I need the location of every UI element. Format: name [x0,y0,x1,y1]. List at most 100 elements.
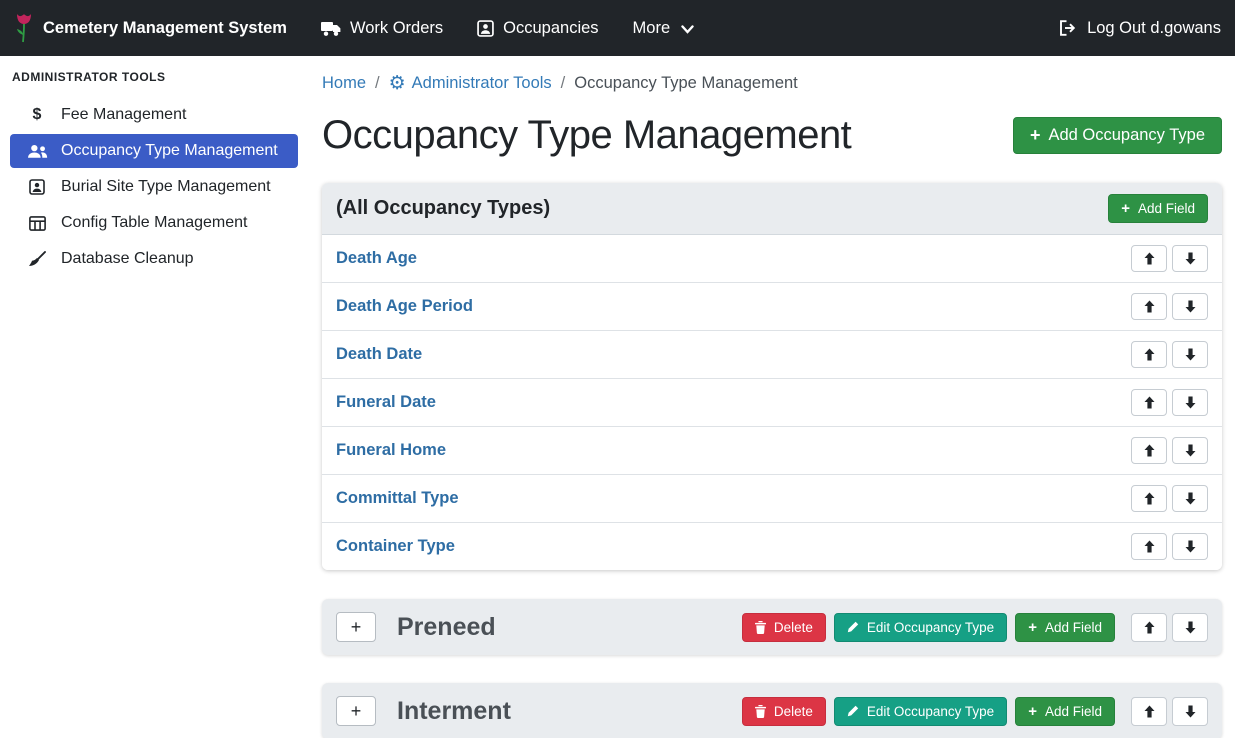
reorder-controls [1131,293,1208,320]
field-link[interactable]: Committal Type [336,489,459,508]
move-down-button[interactable] [1172,341,1208,368]
add-field-button[interactable]: + Add Field [1108,194,1208,223]
sidebar-header: ADMINISTRATOR TOOLS [0,64,308,96]
users-icon [26,144,48,159]
portrait-icon [26,179,48,195]
field-row: Committal Type [322,474,1222,522]
move-down-button[interactable] [1172,389,1208,416]
top-navbar: Cemetery Management System Work Orders O… [0,0,1235,56]
add-field-button-label: Add Field [1045,704,1102,719]
breadcrumb-home-link[interactable]: Home [322,74,366,93]
tulip-logo-icon [14,13,34,43]
move-up-button[interactable] [1131,437,1167,464]
field-link[interactable]: Death Age [336,249,417,268]
delete-button[interactable]: Delete [742,613,826,642]
app-title: Cemetery Management System [43,19,287,38]
add-occupancy-type-button[interactable]: + Add Occupancy Type [1013,117,1222,154]
plus-icon: + [351,701,362,722]
trash-icon [755,621,766,634]
sidebar-item-database-cleanup[interactable]: Database Cleanup [10,242,298,276]
arrow-up-icon [1144,444,1155,457]
move-up-button[interactable] [1131,485,1167,512]
sidebar-item-occupancy-type-management[interactable]: Occupancy Type Management [10,134,298,168]
move-up-button[interactable] [1131,245,1167,272]
reorder-controls [1131,697,1208,726]
logout-button[interactable]: Log Out d.gowans [1059,19,1221,38]
section-title: Preneed [397,613,496,642]
card-title: (All Occupancy Types) [336,197,550,220]
field-row: Death Date [322,330,1222,378]
move-down-button[interactable] [1172,697,1208,726]
arrow-down-icon [1185,621,1196,634]
sidebar-item-burial-site-type-management[interactable]: Burial Site Type Management [10,170,298,204]
portrait-icon [477,20,494,37]
move-down-button[interactable] [1172,437,1208,464]
pencil-icon [847,621,859,633]
all-occupancy-types-card: (All Occupancy Types) + Add Field Death … [322,183,1222,570]
nav-more[interactable]: More [633,19,695,38]
arrow-up-icon [1144,252,1155,265]
edit-button-label: Edit Occupancy Type [867,620,994,635]
page-title: Occupancy Type Management [322,109,851,161]
gear-icon: ⚙ [389,74,406,93]
sections: + Preneed Delete [322,599,1222,738]
plus-icon: + [351,617,362,638]
nav-occupancies[interactable]: Occupancies [477,19,598,38]
edit-occupancy-type-button[interactable]: Edit Occupancy Type [834,697,1007,726]
add-field-button[interactable]: + Add Field [1015,613,1115,642]
move-up-button[interactable] [1131,293,1167,320]
app-brand[interactable]: Cemetery Management System [14,13,287,43]
arrow-up-icon [1144,348,1155,361]
field-link[interactable]: Funeral Home [336,441,446,460]
dollar-icon: $ [26,106,48,124]
move-down-button[interactable] [1172,245,1208,272]
plus-icon: + [1028,704,1037,719]
arrow-up-icon [1144,300,1155,313]
move-down-button[interactable] [1172,533,1208,560]
sidebar-item-config-table-management[interactable]: Config Table Management [10,206,298,240]
edit-occupancy-type-button[interactable]: Edit Occupancy Type [834,613,1007,642]
field-link[interactable]: Death Date [336,345,422,364]
arrow-down-icon [1185,492,1196,505]
expand-section-button[interactable]: + [336,696,376,726]
arrow-down-icon [1185,444,1196,457]
arrow-down-icon [1185,252,1196,265]
move-up-button[interactable] [1131,613,1167,642]
section-actions: Delete Edit Occupancy Type + Add Field [742,613,1208,642]
move-up-button[interactable] [1131,341,1167,368]
move-down-button[interactable] [1172,293,1208,320]
nav-work-orders[interactable]: Work Orders [321,19,443,38]
sidebar-item-fee-management[interactable]: $ Fee Management [10,98,298,132]
trash-icon [755,705,766,718]
reorder-controls [1131,613,1208,642]
arrow-up-icon [1144,705,1155,718]
section-actions: Delete Edit Occupancy Type + Add Field [742,697,1208,726]
breadcrumb-admin-tools-link[interactable]: ⚙ Administrator Tools [389,74,552,93]
reorder-controls [1131,341,1208,368]
pencil-icon [847,705,859,717]
broom-icon [26,251,48,267]
breadcrumb-current: Occupancy Type Management [574,74,798,93]
plus-icon: + [1030,126,1041,144]
delete-button[interactable]: Delete [742,697,826,726]
field-link[interactable]: Container Type [336,537,455,556]
move-up-button[interactable] [1131,533,1167,560]
add-field-button[interactable]: + Add Field [1015,697,1115,726]
move-down-button[interactable] [1172,613,1208,642]
add-field-button-label: Add Field [1045,620,1102,635]
field-link[interactable]: Death Age Period [336,297,473,316]
edit-button-label: Edit Occupancy Type [867,704,994,719]
arrow-down-icon [1185,705,1196,718]
move-down-button[interactable] [1172,485,1208,512]
occupancy-type-section: + Preneed Delete [322,599,1222,655]
field-row: Death Age Period [322,282,1222,330]
arrow-down-icon [1185,396,1196,409]
move-up-button[interactable] [1131,697,1167,726]
logout-icon [1059,20,1078,36]
field-link[interactable]: Funeral Date [336,393,436,412]
plus-icon: + [1028,620,1037,635]
main-content: Home / ⚙ Administrator Tools / Occupancy… [308,56,1235,738]
expand-section-button[interactable]: + [336,612,376,642]
move-up-button[interactable] [1131,389,1167,416]
occupancy-type-section: + Interment Delete [322,683,1222,738]
